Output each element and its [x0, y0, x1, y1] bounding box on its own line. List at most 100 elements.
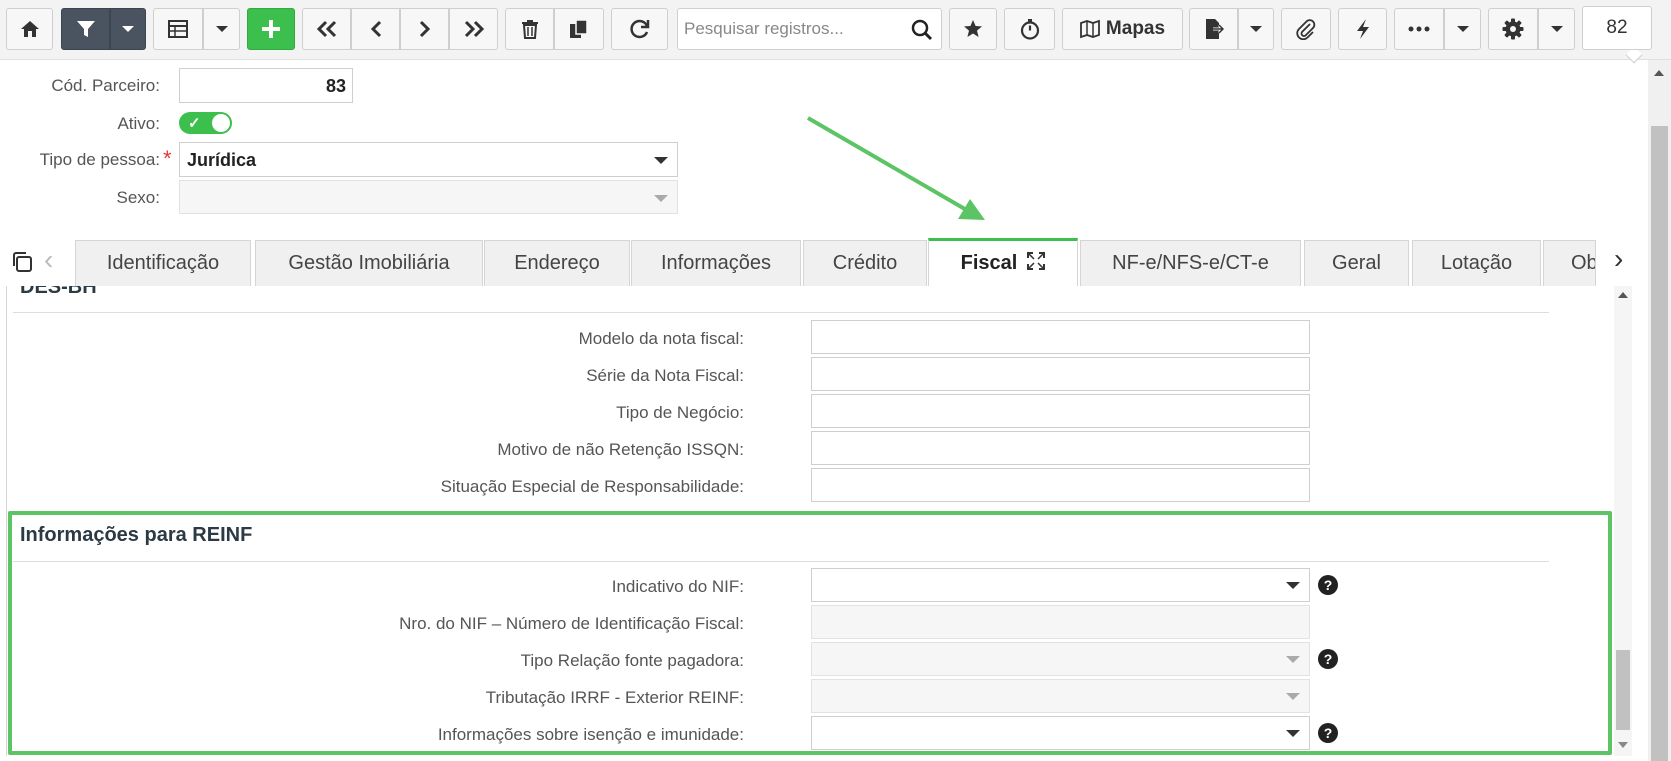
- map-icon: [1080, 19, 1100, 39]
- filter-dropdown-button[interactable]: [110, 8, 146, 50]
- previous-record-button[interactable]: [351, 8, 400, 50]
- cod-parceiro-value: 83: [325, 76, 346, 96]
- tab-credito[interactable]: Crédito: [803, 240, 927, 286]
- gear-icon: [1502, 18, 1524, 40]
- chevron-down-icon: [1286, 730, 1300, 737]
- des-bh-section-title: DES-BH: [20, 286, 97, 298]
- help-icon[interactable]: ?: [1318, 649, 1338, 669]
- settings-dropdown-button[interactable]: [1538, 8, 1575, 50]
- ativo-toggle[interactable]: ✓: [179, 112, 232, 134]
- chevron-down-icon: [1550, 26, 1563, 32]
- export-dropdown-button[interactable]: [1238, 8, 1274, 50]
- tab-label: Lotação: [1440, 252, 1513, 274]
- isencao-imunidade-label: Informações sobre isenção e imunidade:: [437, 725, 744, 744]
- tipo-pessoa-select[interactable]: Jurídica: [179, 142, 678, 177]
- attachments-button[interactable]: [1281, 8, 1331, 50]
- tab-label: Crédito: [832, 252, 898, 274]
- sexo-select: [179, 180, 678, 214]
- settings-button[interactable]: [1488, 8, 1538, 50]
- cod-parceiro-field[interactable]: 83: [179, 68, 353, 103]
- fiscal-panel: DES-BH Modelo da nota fiscal: Série da N…: [6, 286, 1614, 756]
- chevron-down-icon: [1456, 26, 1469, 32]
- chevron-down-icon: [654, 195, 668, 202]
- tab-label: Gestão Imobiliária: [288, 252, 450, 274]
- tab-identificacao[interactable]: Identificação: [75, 240, 251, 286]
- scroll-up-arrow-icon[interactable]: [1654, 70, 1664, 76]
- serie-nota-fiscal-input[interactable]: [811, 357, 1310, 391]
- isencao-imunidade-select[interactable]: [811, 716, 1310, 750]
- indicativo-nif-select[interactable]: [811, 568, 1310, 602]
- actions-button[interactable]: [1338, 8, 1387, 50]
- tab-nfe-nfse-cte[interactable]: NF-e/NFS-e/CT-e: [1080, 240, 1301, 286]
- grid-view-dropdown-button[interactable]: [203, 8, 240, 50]
- tipo-pessoa-value: Jurídica: [187, 150, 257, 170]
- ellipsis-icon: [1408, 26, 1430, 32]
- tab-scroll-left-icon[interactable]: ‹: [44, 244, 53, 276]
- chevron-down-icon: [654, 157, 668, 164]
- home-button[interactable]: [6, 8, 53, 50]
- duplicate-button[interactable]: [554, 8, 604, 50]
- cod-parceiro-label: Cód. Parceiro:: [51, 76, 160, 95]
- nro-nif-label: Nro. do NIF – Número de Identificação Fi…: [399, 614, 744, 633]
- tab-label: NF-e/NFS-e/CT-e: [1112, 252, 1269, 274]
- tab-label: Informações: [660, 252, 772, 274]
- search-icon[interactable]: [911, 19, 933, 46]
- search-input[interactable]: [684, 17, 904, 41]
- timer-button[interactable]: [1004, 8, 1055, 50]
- delete-button[interactable]: [505, 8, 554, 50]
- grid-view-button[interactable]: [153, 8, 203, 50]
- maps-button[interactable]: Mapas: [1062, 8, 1183, 50]
- tab-scroll-right-icon[interactable]: ›: [1614, 243, 1623, 275]
- search-box: [677, 8, 942, 50]
- plus-icon: [262, 20, 280, 38]
- scroll-up-arrow-icon[interactable]: [1618, 292, 1628, 298]
- add-button[interactable]: [247, 8, 295, 50]
- favorites-button[interactable]: [949, 8, 997, 50]
- serie-nota-fiscal-label: Série da Nota Fiscal:: [586, 366, 744, 385]
- more-options-button[interactable]: [1394, 8, 1444, 50]
- motivo-nao-retencao-input[interactable]: [811, 431, 1310, 465]
- expand-icon[interactable]: [1027, 251, 1046, 276]
- tributacao-irrf-select: [811, 679, 1310, 713]
- toolbar: Mapas 82: [0, 0, 1671, 64]
- more-options-dropdown-button[interactable]: [1444, 8, 1481, 50]
- tab-geral[interactable]: Geral: [1304, 240, 1409, 286]
- tipo-negocio-input[interactable]: [811, 394, 1310, 428]
- tab-label: Fiscal: [960, 252, 1018, 274]
- tab-lotacao[interactable]: Lotação: [1412, 240, 1541, 286]
- panel-scrollbar-thumb[interactable]: [1616, 650, 1630, 730]
- refresh-button[interactable]: [611, 8, 668, 50]
- last-record-button[interactable]: [449, 8, 498, 50]
- tipo-relacao-fonte-label: Tipo Relação fonte pagadora:: [520, 651, 744, 670]
- panel-scrollbar[interactable]: [1614, 286, 1632, 756]
- tab-endereco[interactable]: Endereço: [484, 240, 630, 286]
- record-counter[interactable]: 82: [1582, 6, 1652, 50]
- copy-tabs-icon[interactable]: [10, 250, 34, 279]
- page-scrollbar-thumb[interactable]: [1651, 126, 1668, 761]
- sexo-label: Sexo:: [116, 188, 160, 207]
- tab-label: Endereço: [514, 252, 600, 274]
- page-scrollbar[interactable]: [1648, 60, 1671, 761]
- chevron-down-icon: [1286, 656, 1300, 663]
- filter-icon: [76, 21, 95, 37]
- first-record-button[interactable]: [302, 8, 351, 50]
- chevron-right-icon: [419, 20, 430, 38]
- situacao-especial-input[interactable]: [811, 468, 1310, 502]
- tab-gestao-imobiliaria[interactable]: Gestão Imobiliária: [255, 240, 483, 286]
- export-button[interactable]: [1189, 8, 1238, 50]
- tab-informacoes[interactable]: Informações: [631, 240, 801, 286]
- chevron-left-icon: [370, 20, 381, 38]
- maps-button-label: Mapas: [1105, 18, 1166, 39]
- chevron-down-icon: [1286, 582, 1300, 589]
- help-icon[interactable]: ?: [1318, 575, 1338, 595]
- help-icon[interactable]: ?: [1318, 723, 1338, 743]
- ativo-label: Ativo:: [117, 114, 160, 133]
- stopwatch-icon: [1020, 19, 1039, 40]
- filter-button[interactable]: [61, 8, 110, 50]
- modelo-nota-fiscal-input[interactable]: [811, 320, 1310, 354]
- tab-ob[interactable]: Ob: [1543, 240, 1596, 286]
- next-record-button[interactable]: [400, 8, 449, 50]
- divider: [13, 561, 1549, 562]
- tab-fiscal[interactable]: Fiscal: [928, 238, 1078, 286]
- scroll-down-arrow-icon[interactable]: [1618, 742, 1628, 748]
